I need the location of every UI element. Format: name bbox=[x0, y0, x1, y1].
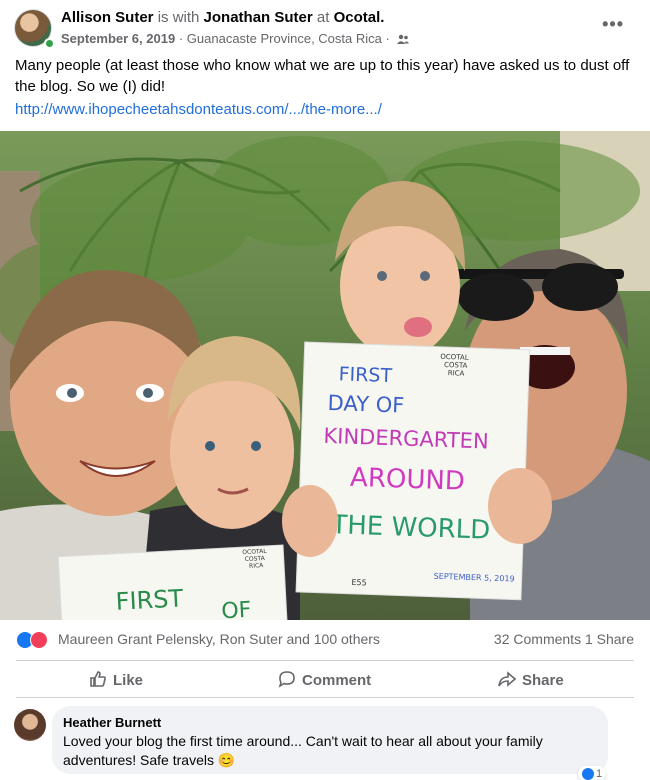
like-label: Like bbox=[113, 672, 144, 689]
tagged-person[interactable]: Jonathan Suter bbox=[204, 9, 313, 26]
author-line: Allison Suter is with Jonathan Suter at … bbox=[61, 9, 384, 26]
like-button[interactable]: Like bbox=[89, 670, 143, 689]
comment-share-counts[interactable]: 32 Comments 1 Share bbox=[494, 631, 634, 647]
comment-like-icon bbox=[582, 768, 594, 780]
comment-button[interactable]: Comment bbox=[278, 670, 371, 689]
sign-line-4: AROUND bbox=[350, 463, 466, 497]
commenter-avatar[interactable] bbox=[14, 709, 46, 741]
at-text: at bbox=[316, 9, 330, 26]
friends-icon[interactable] bbox=[397, 34, 410, 44]
kindergarten-sign: FIRST DAY OF KINDERGARTEN AROUND THE WOR… bbox=[295, 341, 531, 601]
online-status-dot bbox=[44, 38, 55, 49]
meta-separator-2: · bbox=[385, 31, 390, 46]
post-header: Allison Suter is with Jonathan Suter at … bbox=[0, 0, 650, 52]
share-arrow-icon bbox=[498, 671, 517, 687]
action-bar: Like Comment Share bbox=[16, 660, 634, 698]
reactions-bar: Maureen Grant Pelensky, Ron Suter and 10… bbox=[0, 622, 650, 656]
lower-sign-word-1: FIRST bbox=[115, 584, 184, 616]
sign-line-5: THE WORLD bbox=[330, 510, 491, 546]
sign-stamp-3: RICA bbox=[448, 369, 465, 378]
author-name[interactable]: Allison Suter bbox=[61, 9, 154, 26]
share-label: Share bbox=[522, 672, 564, 689]
lower-sign-stamp-3: RICA bbox=[249, 562, 264, 570]
post-meta: September 6, 2019 · Guanacaste Province,… bbox=[61, 31, 410, 46]
post-date[interactable]: September 6, 2019 bbox=[61, 31, 175, 46]
reaction-icons[interactable] bbox=[16, 631, 52, 649]
sign-code: E55 bbox=[351, 578, 367, 588]
with-text: is with bbox=[157, 9, 200, 26]
thumbs-up-icon bbox=[90, 671, 106, 687]
comment-bubble: Heather Burnett Loved your blog the firs… bbox=[52, 706, 608, 774]
location-tag[interactable]: Ocotal. bbox=[334, 9, 385, 26]
love-reaction-icon bbox=[30, 631, 48, 649]
meta-separator: · bbox=[178, 31, 184, 46]
lower-sign: FIRST OF OCOTAL COSTA RICA bbox=[57, 544, 289, 620]
comment-reaction-badge[interactable]: 1 bbox=[578, 766, 607, 780]
comment-text: Loved your blog the first time around...… bbox=[63, 733, 543, 768]
share-button[interactable]: Share bbox=[498, 670, 564, 689]
comment-bubble-icon bbox=[278, 671, 295, 688]
family-photo-illustration: FIRST DAY OF KINDERGARTEN AROUND THE WOR… bbox=[0, 131, 650, 620]
comment-label: Comment bbox=[302, 672, 372, 689]
post-place[interactable]: Guanacaste Province, Costa Rica bbox=[187, 31, 382, 46]
reaction-names[interactable]: Maureen Grant Pelensky, Ron Suter and 10… bbox=[58, 631, 380, 647]
commenter-name[interactable]: Heather Burnett bbox=[63, 715, 161, 730]
post-link[interactable]: http://www.ihopecheetahsdonteatus.com/..… bbox=[15, 101, 382, 118]
comment-like-count: 1 bbox=[596, 768, 603, 780]
sign-line-2: DAY OF bbox=[327, 391, 404, 418]
post-text: Many people (at least those who know wha… bbox=[15, 57, 630, 95]
sign-line-1: FIRST bbox=[338, 363, 393, 387]
lower-sign-word-2: OF bbox=[221, 598, 252, 620]
more-options-button[interactable]: ••• bbox=[602, 14, 624, 35]
post-photo[interactable]: FIRST DAY OF KINDERGARTEN AROUND THE WOR… bbox=[0, 131, 650, 620]
